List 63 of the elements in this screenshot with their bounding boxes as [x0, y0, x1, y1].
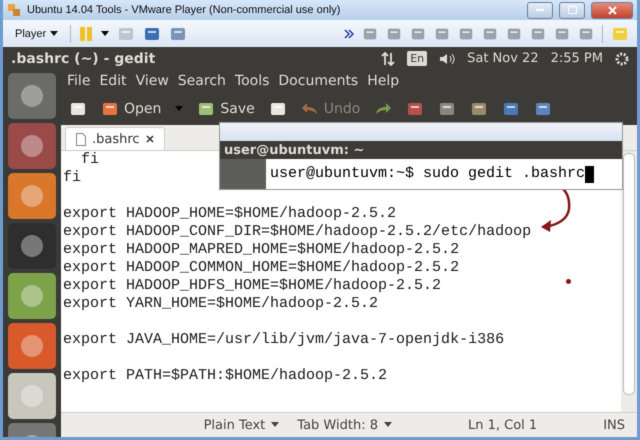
annotation-dot	[566, 279, 571, 284]
undo-arrow-icon	[300, 102, 319, 116]
code-line: fi	[63, 169, 82, 187]
pause-icon[interactable]	[79, 26, 94, 42]
terminal-title: user@ubuntuvm: ~	[220, 141, 622, 159]
app-logo-icon	[7, 3, 21, 17]
menu-item[interactable]: View	[136, 73, 169, 89]
menu-item[interactable]: File	[67, 73, 90, 89]
code-line: export HADOOP_HOME=$HOME/hadoop-2.5.2	[63, 205, 396, 223]
text-cursor	[585, 166, 594, 182]
settings-icon[interactable]	[615, 52, 629, 66]
maximize-button[interactable]	[559, 2, 585, 18]
tab-label: .bashrc	[92, 132, 140, 146]
launcher-item[interactable]	[8, 273, 56, 319]
code-line: export HADOOP_HDFS_HOME=$HOME/hadoop-2.5.2	[63, 277, 442, 295]
insert-mode: INS	[603, 418, 625, 432]
cursor-position: Ln 1, Col 1	[468, 418, 538, 432]
code-line: export HADOOP_MAPRED_HOME=$HOME/hadoop-2.5.2	[63, 241, 460, 259]
launcher-item[interactable]	[8, 73, 56, 119]
window-title: Ubuntu 14.04 Tools - VMware Player (Non-commercial use only)	[27, 4, 342, 16]
caret-icon	[101, 30, 110, 36]
tab-width-selector[interactable]: Tab Width: 8	[297, 418, 392, 432]
launcher-item[interactable]	[8, 123, 56, 169]
time-label[interactable]: 2:55 PM	[550, 51, 603, 66]
document-tab[interactable]: .bashrc	[65, 127, 165, 150]
minimize-icon	[536, 8, 544, 12]
active-window-title: .bashrc (~) - gedit	[11, 50, 156, 66]
launcher-item[interactable]	[8, 173, 56, 219]
menu-item[interactable]: Edit	[99, 73, 127, 89]
volume-icon[interactable]	[439, 52, 456, 66]
scrollbar[interactable]	[621, 151, 637, 412]
keyboard-layout-indicator[interactable]: En	[407, 51, 428, 66]
menu-item[interactable]: Tools	[234, 73, 270, 89]
chevron-icon[interactable]	[344, 28, 354, 38]
date-label[interactable]: Sat Nov 22	[467, 51, 539, 66]
network-arrows-icon[interactable]	[381, 52, 396, 66]
open-button[interactable]: Open	[101, 100, 162, 116]
code-line: fi	[80, 151, 100, 169]
close-icon[interactable]	[146, 135, 154, 143]
code-line: export HADOOP_COMMON_HOME=$HOME/hadoop-2.5.2	[63, 259, 460, 277]
menu-item[interactable]: Help	[367, 73, 400, 89]
launcher-item[interactable]	[8, 323, 56, 369]
player-menu[interactable]: Player	[11, 28, 62, 40]
maximize-icon	[568, 6, 576, 14]
terminal-command: user@ubuntuvm:~$ sudo gedit .bashrc	[270, 159, 594, 189]
launcher-item[interactable]	[8, 223, 56, 269]
menu-item[interactable]: Documents	[278, 73, 358, 89]
code-line: export YARN_HOME=$HOME/hadoop-2.5.2	[63, 295, 378, 313]
caret-icon	[271, 422, 280, 428]
language-selector[interactable]: Plain Text	[204, 418, 280, 432]
code-line: export HADOOP_CONF_DIR=$HOME/hadoop-2.5.2/etc/hadoop	[63, 223, 532, 241]
redo-arrow-icon[interactable]	[374, 102, 392, 116]
caret-icon	[175, 106, 184, 112]
caret-icon	[50, 30, 58, 36]
code-line: export PATH=$PATH:$HOME/hadoop-2.5.2	[63, 367, 388, 385]
code-line: export JAVA_HOME=/usr/lib/jvm/java-7-openjdk-i386	[63, 331, 504, 349]
caret-icon	[384, 422, 392, 428]
menu-item[interactable]: Search	[178, 73, 226, 89]
close-icon	[608, 6, 616, 14]
minimize-button[interactable]	[527, 2, 553, 18]
close-button[interactable]	[591, 2, 633, 18]
document-icon	[76, 132, 86, 146]
save-button[interactable]: Save	[197, 100, 255, 116]
